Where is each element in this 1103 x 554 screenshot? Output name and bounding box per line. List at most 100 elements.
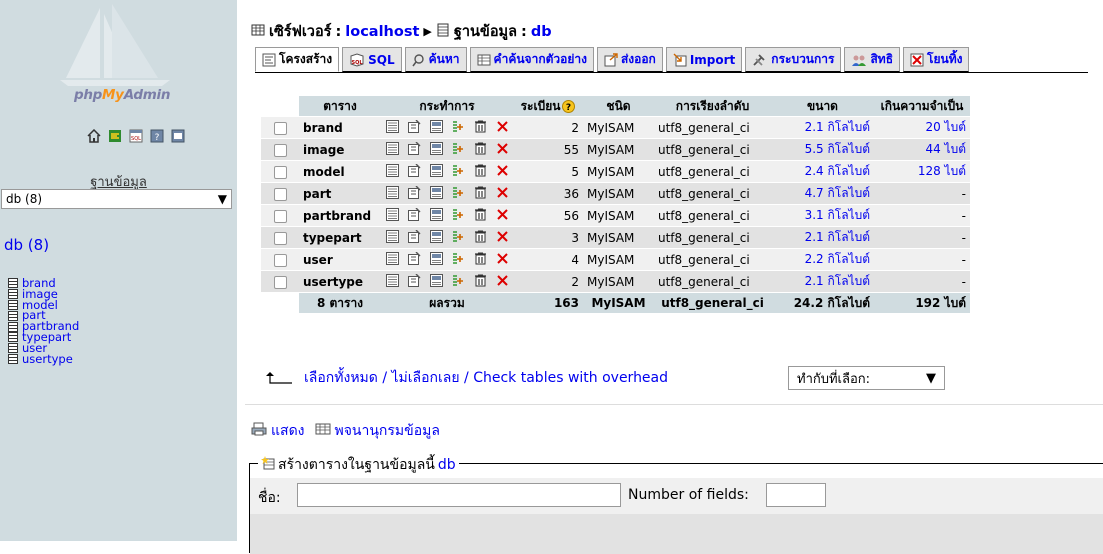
insert-icon[interactable] <box>452 208 465 221</box>
tab-import[interactable]: Import <box>665 47 743 72</box>
browse-icon[interactable] <box>385 229 399 243</box>
tab-structure[interactable]: โครงสร้าง <box>255 47 340 72</box>
empty-icon[interactable] <box>474 252 487 265</box>
tab-search[interactable]: ค้นหา <box>404 47 467 72</box>
check-overhead-link[interactable]: Check tables with overhead <box>473 370 668 386</box>
table-name[interactable]: partbrand <box>299 205 381 227</box>
browse-icon[interactable] <box>385 119 399 133</box>
search-icon[interactable] <box>429 207 443 221</box>
search-icon[interactable] <box>429 163 443 177</box>
data-dictionary-link[interactable]: พจนานุกรมข้อมูล <box>335 420 440 442</box>
tab-privileges[interactable]: สิทธิ <box>844 47 901 72</box>
drop-icon[interactable] <box>496 164 509 177</box>
exit-icon[interactable] <box>107 128 122 143</box>
empty-icon[interactable] <box>474 274 487 287</box>
print-link[interactable]: แสดง <box>271 420 305 442</box>
structure-icon[interactable] <box>407 273 421 287</box>
table-name[interactable]: brand <box>299 117 381 139</box>
insert-icon[interactable] <box>452 252 465 265</box>
browse-icon[interactable] <box>385 141 399 155</box>
empty-icon[interactable] <box>474 164 487 177</box>
row-checkbox[interactable] <box>273 231 287 245</box>
phpmyadmin-logo[interactable]: phpMyAdmin <box>0 0 237 110</box>
with-selected-select[interactable]: ทำกับที่เลือก: ▼ <box>788 366 945 390</box>
insert-icon[interactable] <box>452 186 465 199</box>
row-checkbox[interactable] <box>273 121 287 135</box>
structure-icon[interactable] <box>407 207 421 221</box>
structure-icon[interactable] <box>407 251 421 265</box>
drop-icon[interactable] <box>496 252 509 265</box>
insert-icon[interactable] <box>452 164 465 177</box>
table-name[interactable]: user <box>299 249 381 271</box>
search-icon[interactable] <box>429 185 443 199</box>
create-table-db-link[interactable]: db <box>438 457 456 473</box>
drop-icon[interactable] <box>496 186 509 199</box>
tab-query[interactable]: คำค้นจากตัวอย่าง <box>469 47 594 72</box>
browse-icon[interactable] <box>385 185 399 199</box>
row-size[interactable]: 2.1 กิโลไบต์ <box>771 227 874 249</box>
row-overhead[interactable]: 128 ไบต์ <box>874 161 970 183</box>
browse-icon[interactable] <box>385 207 399 221</box>
row-checkbox[interactable] <box>273 165 287 179</box>
browse-icon[interactable] <box>385 163 399 177</box>
tab-export[interactable]: ส่งออก <box>596 47 663 72</box>
structure-icon[interactable] <box>407 229 421 243</box>
search-icon[interactable] <box>429 119 443 133</box>
number-of-fields-input[interactable] <box>766 483 826 507</box>
row-checkbox[interactable] <box>273 143 287 157</box>
drop-icon[interactable] <box>496 274 509 287</box>
row-size[interactable]: 3.1 กิโลไบต์ <box>771 205 874 227</box>
row-checkbox[interactable] <box>273 253 287 267</box>
row-checkbox[interactable] <box>273 209 287 223</box>
row-overhead[interactable]: 44 ไบต์ <box>874 139 970 161</box>
table-name[interactable]: typepart <box>299 227 381 249</box>
drop-icon[interactable] <box>496 230 509 243</box>
header-records[interactable]: ระเบียน? <box>513 96 583 117</box>
database-title-link[interactable]: db (8) <box>4 236 49 254</box>
drop-icon[interactable] <box>496 208 509 221</box>
sql-docs-icon[interactable] <box>170 128 185 143</box>
row-size[interactable]: 2.1 กิโลไบต์ <box>771 271 874 293</box>
home-icon[interactable] <box>86 128 101 143</box>
help-icon[interactable]: ? <box>149 128 164 143</box>
search-icon[interactable] <box>429 273 443 287</box>
table-name[interactable]: model <box>299 161 381 183</box>
check-all-link[interactable]: เลือกทั้งหมด <box>304 370 378 386</box>
insert-icon[interactable] <box>452 230 465 243</box>
database-select[interactable]: db (8) ▼ <box>1 189 232 209</box>
insert-icon[interactable] <box>452 142 465 155</box>
server-link[interactable]: localhost <box>345 24 419 40</box>
search-icon[interactable] <box>429 141 443 155</box>
empty-icon[interactable] <box>474 120 487 133</box>
row-size[interactable]: 4.7 กิโลไบต์ <box>771 183 874 205</box>
tab-sql[interactable]: SQL SQL <box>342 47 402 72</box>
insert-icon[interactable] <box>452 274 465 287</box>
search-icon[interactable] <box>429 229 443 243</box>
header-table[interactable]: ตาราง <box>299 96 381 117</box>
uncheck-all-link[interactable]: ไม่เลือกเลย <box>392 370 460 386</box>
insert-icon[interactable] <box>452 120 465 133</box>
row-size[interactable]: 2.4 กิโลไบต์ <box>771 161 874 183</box>
drop-icon[interactable] <box>496 142 509 155</box>
nav-table-item[interactable]: usertype <box>8 353 79 365</box>
row-checkbox[interactable] <box>273 275 287 289</box>
empty-icon[interactable] <box>474 230 487 243</box>
table-name[interactable]: image <box>299 139 381 161</box>
row-size[interactable]: 2.2 กิโลไบต์ <box>771 249 874 271</box>
row-size[interactable]: 2.1 กิโลไบต์ <box>771 117 874 139</box>
search-icon[interactable] <box>429 251 443 265</box>
drop-icon[interactable] <box>496 120 509 133</box>
structure-icon[interactable] <box>407 163 421 177</box>
table-name[interactable]: usertype <box>299 271 381 293</box>
tab-operations[interactable]: กระบวนการ <box>745 47 842 72</box>
table-name[interactable]: part <box>299 183 381 205</box>
database-link[interactable]: db <box>531 24 552 40</box>
row-overhead[interactable]: 20 ไบต์ <box>874 117 970 139</box>
browse-icon[interactable] <box>385 273 399 287</box>
structure-icon[interactable] <box>407 119 421 133</box>
row-size[interactable]: 5.5 กิโลไบต์ <box>771 139 874 161</box>
empty-icon[interactable] <box>474 142 487 155</box>
row-checkbox[interactable] <box>273 187 287 201</box>
structure-icon[interactable] <box>407 141 421 155</box>
tab-drop[interactable]: โยนทิ้ง <box>903 47 970 72</box>
